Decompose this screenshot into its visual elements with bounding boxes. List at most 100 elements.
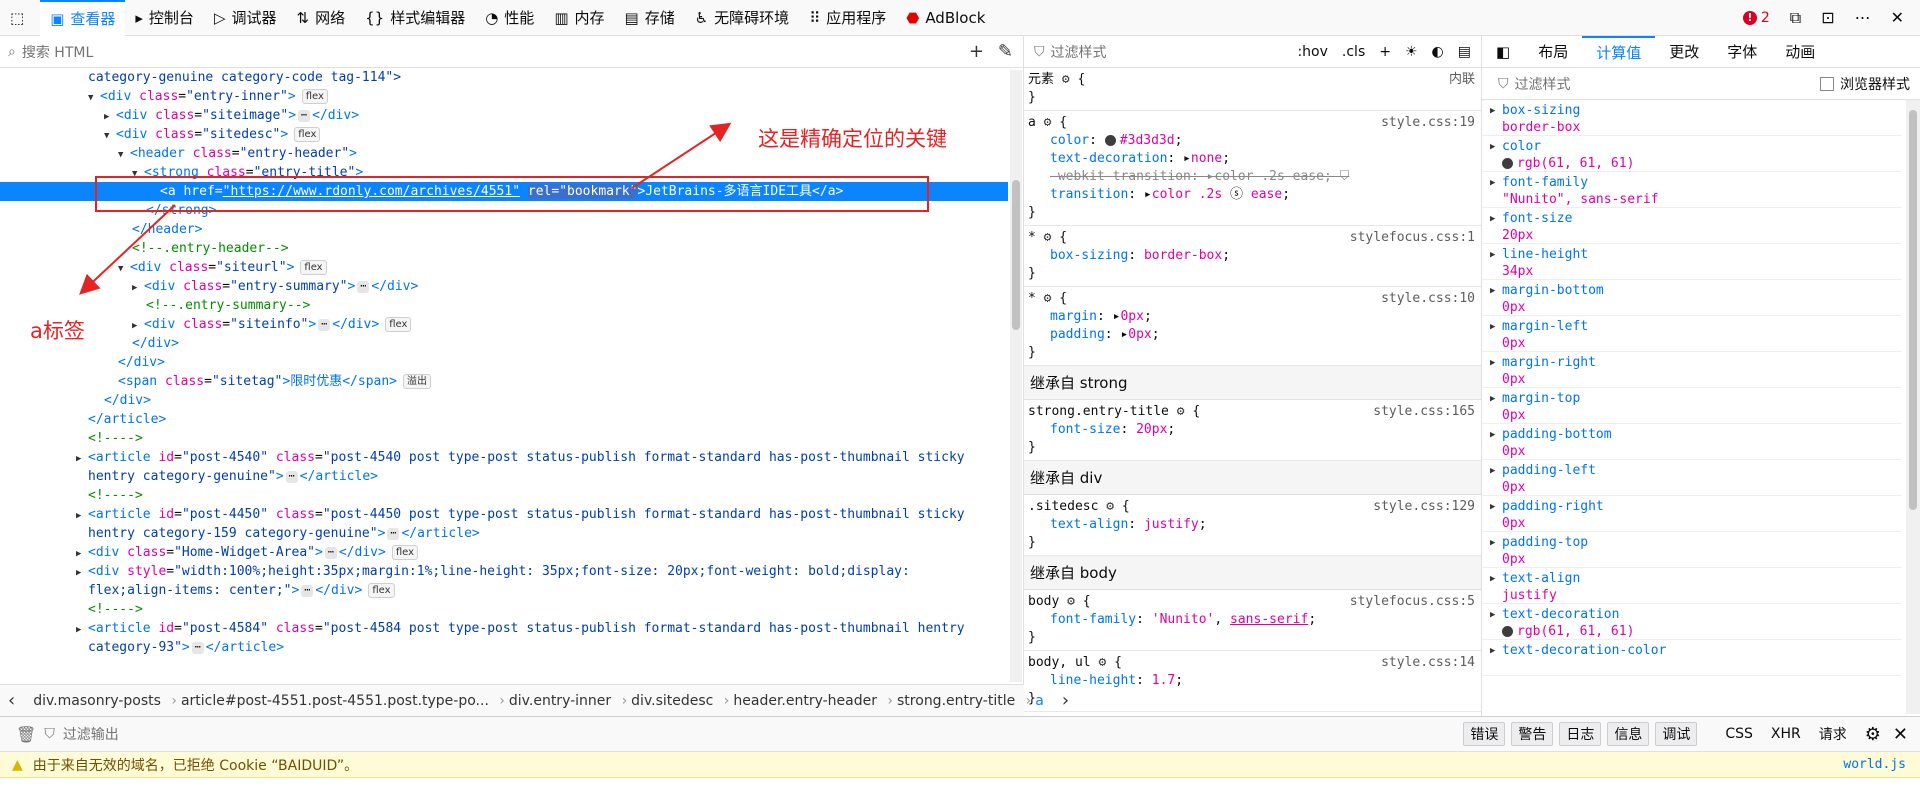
ellipsis-button[interactable]: ⋯ xyxy=(318,318,331,331)
computed-prop[interactable]: ▶ margin-left 0px xyxy=(1482,316,1902,352)
declaration[interactable]: color: #3d3d3d; xyxy=(1050,132,1475,150)
rule-source[interactable]: style.css:165 xyxy=(1373,403,1475,421)
tab-performance[interactable]: ◔ 性能 xyxy=(475,0,544,36)
light-mode-icon[interactable]: ☀ xyxy=(1405,44,1418,60)
console-filter-input[interactable]: 过滤输出 xyxy=(63,724,119,744)
markup-line[interactable]: </div> xyxy=(0,353,1008,372)
element-picker-button[interactable]: ⬚ xyxy=(0,0,40,36)
computed-prop[interactable]: ▶ padding-top 0px xyxy=(1482,532,1902,568)
markup-line[interactable]: ▶ <div style="width:100%;height:35px;marg… xyxy=(0,562,1008,581)
color-swatch[interactable] xyxy=(1104,135,1116,146)
ellipsis-button[interactable]: ⋯ xyxy=(387,527,400,540)
markup-line[interactable]: category-93"> ⋯ </article> xyxy=(0,638,1008,657)
prop-name[interactable]: -webkit-transition xyxy=(1050,169,1191,184)
markup-line[interactable]: category-genuine category-code tag-114"> xyxy=(0,68,1008,87)
breadcrumb-item[interactable]: article#post-4551.post-4551.post.type-po… xyxy=(171,693,505,709)
prop-name[interactable]: font-family xyxy=(1050,612,1136,627)
expand-icon[interactable]: ▶ xyxy=(1490,247,1495,264)
trash-icon[interactable]: 🗑 xyxy=(16,725,36,744)
prop-value[interactable]: border-box xyxy=(1144,248,1222,263)
rules-filter-input[interactable]: 过滤样式 xyxy=(1051,42,1107,62)
prop-value[interactable]: color .2s xyxy=(1152,187,1222,202)
expand-icon[interactable]: ▶ xyxy=(1490,175,1495,192)
rule-source[interactable]: stylefocus.css:1 xyxy=(1350,229,1475,247)
computed-prop[interactable]: ▶ margin-right 0px xyxy=(1482,352,1902,388)
computed-prop[interactable]: ▶ margin-bottom 0px xyxy=(1482,280,1902,316)
tab-accessibility[interactable]: ♿ 无障碍环境 xyxy=(685,0,799,36)
expand-icon[interactable]: ▶ xyxy=(1490,139,1495,156)
markup-line[interactable]: flex;align-items: center;"> ⋯ </div> flex xyxy=(0,581,1008,600)
overflow-badge[interactable]: 溢出 xyxy=(403,374,432,389)
markup-line[interactable]: <!----> xyxy=(0,600,1008,619)
prop-value[interactable]: 0px xyxy=(1128,327,1151,342)
declaration[interactable]: font-size: 20px; xyxy=(1050,421,1475,439)
flex-badge[interactable]: flex xyxy=(391,545,419,560)
prop-value[interactable]: #3d3d3d xyxy=(1120,133,1175,148)
expand-icon[interactable]: ▶ xyxy=(1490,283,1495,300)
prop-value[interactable]: color .2s ease xyxy=(1214,169,1324,184)
declaration[interactable]: line-height: 1.7; xyxy=(1050,672,1475,690)
breadcrumb-item[interactable]: div.sitedesc xyxy=(621,693,729,709)
filter-xhr-button[interactable]: XHR xyxy=(1765,725,1807,743)
breadcrumb-item[interactable]: header.entry-header xyxy=(723,693,892,709)
markup-line[interactable]: ▶ <div class="Home-Widget-Area"> ⋯ </div> fl… xyxy=(0,543,1008,562)
add-rule-icon[interactable]: + xyxy=(1379,44,1391,60)
rule-source[interactable]: style.css:10 xyxy=(1381,290,1475,308)
ellipsis-button[interactable]: ⋯ xyxy=(298,109,311,122)
gear-icon[interactable]: ⚙ xyxy=(1177,404,1185,419)
markup-line[interactable]: ▶ <article id="post-4450" class="post-445… xyxy=(0,505,1008,524)
prop-value[interactable]: 'Nunito' xyxy=(1152,612,1215,627)
filter-requests-button[interactable]: 请求 xyxy=(1813,723,1853,745)
computed-prop[interactable]: ▶ text-align justify xyxy=(1482,568,1902,604)
markup-line[interactable]: <!----> xyxy=(0,486,1008,505)
flex-badge[interactable]: flex xyxy=(294,127,321,142)
prop-name[interactable]: font-size xyxy=(1050,422,1120,437)
markup-scrollbar[interactable] xyxy=(1010,70,1022,682)
flex-badge[interactable]: flex xyxy=(301,89,328,104)
filter-info-button[interactable]: 信息 xyxy=(1607,722,1650,746)
tab-computed[interactable]: 计算值 xyxy=(1582,36,1656,68)
computed-prop[interactable]: ▶ padding-left 0px xyxy=(1482,460,1902,496)
hov-toggle[interactable]: :hov xyxy=(1297,44,1327,60)
filter-css-button[interactable]: CSS xyxy=(1719,725,1759,743)
eyedropper-icon[interactable]: ✎ xyxy=(998,41,1013,62)
scrollbar-thumb[interactable] xyxy=(1909,110,1917,510)
computed-prop[interactable]: ▶ font-family "Nunito", sans-serif xyxy=(1482,172,1902,208)
tab-debugger[interactable]: ▷ 调试器 xyxy=(204,0,287,36)
tab-application[interactable]: ⠿ 应用程序 xyxy=(799,0,896,36)
expand-icon[interactable]: ▶ xyxy=(1490,571,1495,588)
more-options-icon[interactable]: ⋯ xyxy=(1855,8,1871,27)
computed-prop[interactable]: ▶ line-height 34px xyxy=(1482,244,1902,280)
toggle-sidebar-icon[interactable]: ◧ xyxy=(1482,36,1524,68)
declaration[interactable]: padding: ▸0px; xyxy=(1050,326,1475,344)
computed-scrollbar[interactable] xyxy=(1906,100,1920,714)
markup-line[interactable]: ▶ <div class="entry-summary"> ⋯ </div> xyxy=(0,277,1008,296)
markup-line[interactable]: hentry category-genuine"> ⋯ </article> xyxy=(0,467,1008,486)
warning-source-link[interactable]: world.js xyxy=(1843,757,1920,772)
add-node-icon[interactable]: + xyxy=(969,41,984,62)
declaration-overridden[interactable]: -webkit-transition: ▸color .2s ease; ⛉ xyxy=(1050,168,1475,186)
flex-badge[interactable]: flex xyxy=(300,260,327,275)
expand-icon[interactable]: ▶ xyxy=(1490,499,1495,516)
tab-network[interactable]: ⇅ 网络 xyxy=(287,0,356,36)
computed-prop[interactable]: ▶ margin-top 0px xyxy=(1482,388,1902,424)
scrollbar-thumb[interactable] xyxy=(1012,180,1020,330)
console-warning-message[interactable]: ▲ 由于来自无效的域名，已拒绝 Cookie “BAIDUID”。 world.… xyxy=(0,752,1920,778)
computed-prop[interactable]: ▶ text-decoration rgb(61, 61, 61) xyxy=(1482,604,1902,640)
markup-line[interactable]: <!----> xyxy=(0,429,1008,448)
markup-line[interactable]: <!--.entry-header--> xyxy=(0,239,1008,258)
error-count-badge[interactable]: ! 2 xyxy=(1742,10,1770,26)
tab-inspector[interactable]: ▣ 查看器 xyxy=(40,0,126,36)
computed-prop[interactable]: ▶ padding-bottom 0px xyxy=(1482,424,1902,460)
tab-memory[interactable]: ▥ 内存 xyxy=(544,0,614,36)
computed-filter-input[interactable]: 过滤样式 xyxy=(1515,74,1571,94)
tab-console[interactable]: ▸ 控制台 xyxy=(125,0,204,36)
markup-line[interactable]: <!--.entry-summary--> xyxy=(0,296,1008,315)
close-icon[interactable]: ✕ xyxy=(1891,8,1904,27)
tab-layout[interactable]: 布局 xyxy=(1524,36,1582,68)
prop-name[interactable]: transition xyxy=(1050,187,1128,202)
breadcrumb-item[interactable]: div.entry-inner xyxy=(499,693,628,709)
declaration[interactable]: text-align: justify; xyxy=(1050,516,1475,534)
timing-function-icon[interactable]: ⓢ xyxy=(1230,187,1243,202)
prop-value[interactable]: justify xyxy=(1144,517,1199,532)
